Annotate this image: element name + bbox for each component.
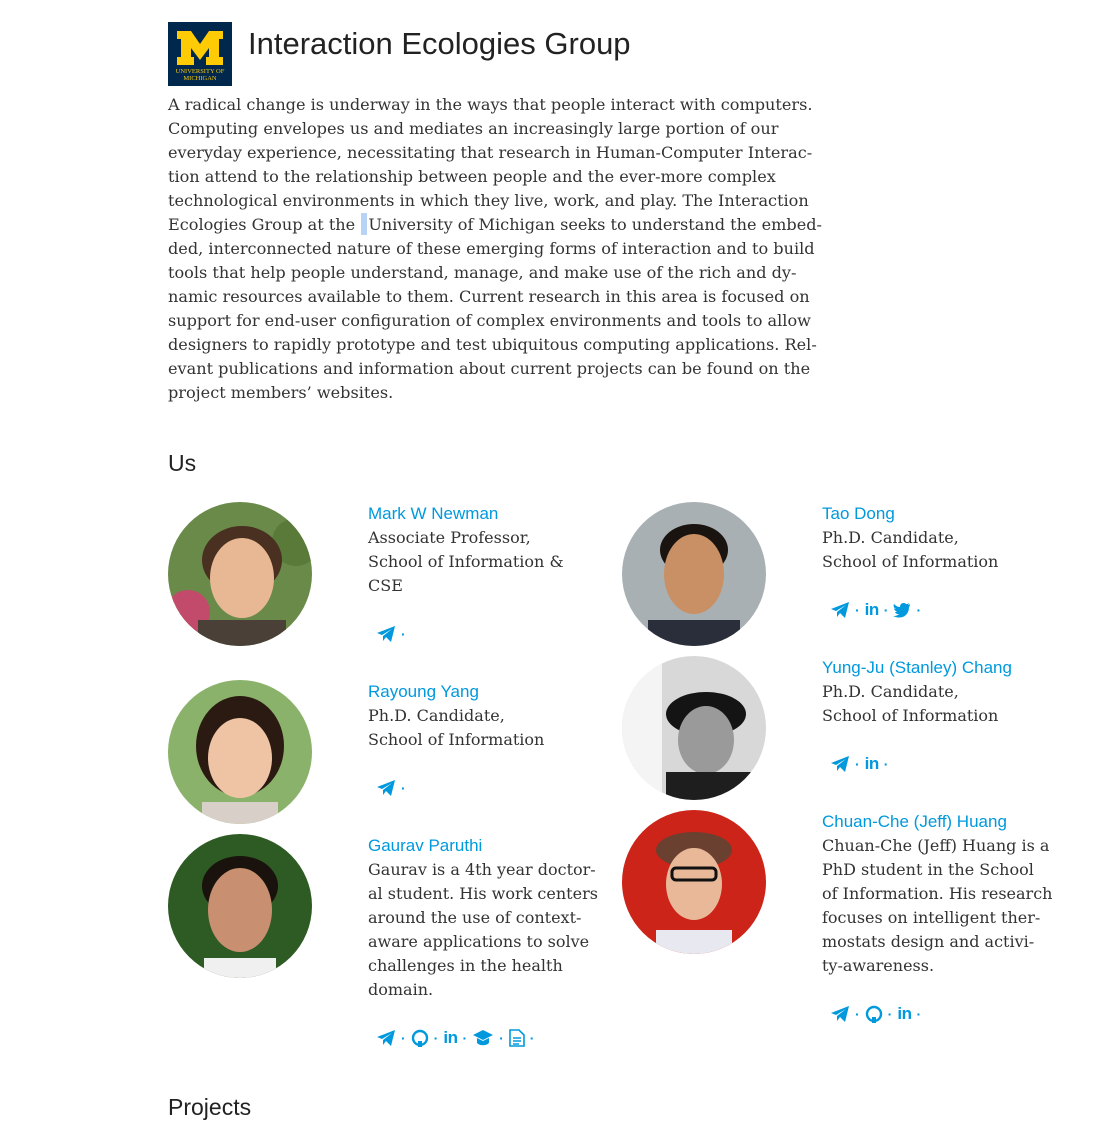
- member-links: ·: [376, 778, 411, 798]
- member-description: Associate Professor, School of Informati…: [368, 528, 564, 595]
- linkedin-icon[interactable]: in: [865, 754, 880, 774]
- member-name-link[interactable]: Yung-Ju (Stanley) Chang: [822, 656, 1054, 680]
- telegram-icon[interactable]: [376, 1028, 396, 1048]
- member-info: Mark W Newman Associate Professor, Schoo…: [368, 502, 600, 598]
- member-description: Chuan-Che (Jeff) Huang is a PhD student …: [822, 836, 1053, 975]
- site-title[interactable]: Interaction Ecologies Group: [248, 26, 631, 62]
- avatar[interactable]: [168, 680, 312, 824]
- block-m-icon: [177, 31, 223, 65]
- telegram-icon[interactable]: [376, 624, 396, 644]
- github-icon[interactable]: [865, 1004, 883, 1024]
- avatar[interactable]: [622, 656, 766, 800]
- avatar[interactable]: [168, 502, 312, 646]
- telegram-icon[interactable]: [830, 1004, 850, 1024]
- twitter-icon[interactable]: [893, 600, 911, 620]
- member-name-link[interactable]: Tao Dong: [822, 502, 1054, 526]
- member-links: · in · ·: [830, 600, 926, 620]
- logo-text-line2: MICHIGAN: [183, 75, 217, 82]
- member-links: ·: [376, 624, 411, 644]
- member-description: Gaurav is a 4th year doctor- al student.…: [368, 860, 598, 999]
- member-name-link[interactable]: Gaurav Paruthi: [368, 834, 600, 858]
- member-description: Ph.D. Candidate, School of Information: [822, 528, 999, 571]
- linkedin-icon[interactable]: in: [897, 1004, 912, 1024]
- avatar[interactable]: [622, 502, 766, 646]
- member-name-link[interactable]: Mark W Newman: [368, 502, 600, 526]
- linkedin-icon[interactable]: in: [443, 1028, 458, 1048]
- member-name-link[interactable]: Rayoung Yang: [368, 680, 600, 704]
- member-links: · · in ·: [830, 1004, 926, 1024]
- telegram-icon[interactable]: [376, 778, 396, 798]
- member-info: Tao Dong Ph.D. Candidate, School of Info…: [822, 502, 1054, 574]
- graduation-cap-icon[interactable]: [472, 1028, 494, 1048]
- member-description: Ph.D. Candidate, School of Information: [822, 682, 999, 725]
- member-info: Rayoung Yang Ph.D. Candidate, School of …: [368, 680, 600, 752]
- member-name-link[interactable]: Chuan-Che (Jeff) Huang: [822, 810, 1054, 834]
- text-cursor-highlight: [361, 213, 368, 235]
- telegram-icon[interactable]: [830, 754, 850, 774]
- member-links: · in ·: [830, 754, 893, 774]
- section-heading-us: Us: [168, 450, 197, 476]
- avatar[interactable]: [168, 834, 312, 978]
- member-description: Ph.D. Candidate, School of Information: [368, 706, 545, 749]
- linkedin-icon[interactable]: in: [865, 600, 880, 620]
- member-info: Gaurav Paruthi Gaurav is a 4th year doct…: [368, 834, 600, 1002]
- logo-text-line1: UNIVERSITY OF: [175, 68, 225, 75]
- section-heading-projects: Projects: [168, 1094, 252, 1120]
- member-info: Chuan-Che (Jeff) Huang Chuan-Che (Jeff) …: [822, 810, 1054, 978]
- avatar[interactable]: [622, 810, 766, 954]
- member-info: Yung-Ju (Stanley) Chang Ph.D. Candidate,…: [822, 656, 1054, 728]
- telegram-icon[interactable]: [830, 600, 850, 620]
- github-icon[interactable]: [411, 1028, 429, 1048]
- header: UNIVERSITY OF MICHIGAN Interaction Ecolo…: [168, 22, 868, 86]
- document-icon[interactable]: [508, 1028, 525, 1048]
- university-of-michigan-logo[interactable]: UNIVERSITY OF MICHIGAN: [168, 22, 232, 86]
- member-links: · · in · · ·: [376, 1028, 539, 1048]
- intro-paragraph: A radical change is underway in the ways…: [168, 95, 822, 402]
